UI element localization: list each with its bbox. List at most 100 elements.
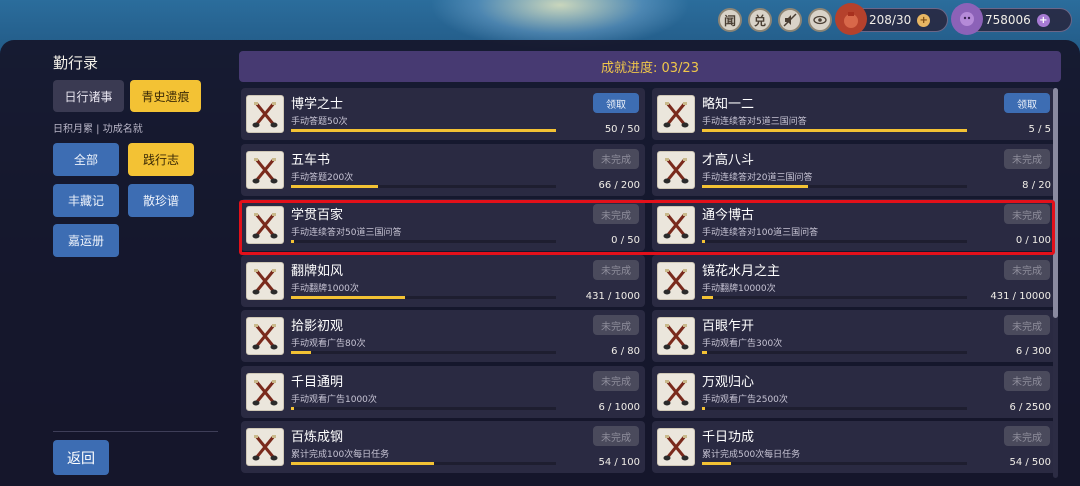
progress-fill: [702, 462, 731, 465]
top-icons: 闻 兑 208/30 + 758006 +: [718, 3, 1072, 35]
progress-fill: [291, 184, 379, 188]
sidebar-subtitle: 日积月累 | 功成名就: [53, 124, 143, 135]
progress-bar: [702, 295, 967, 299]
achievement-count: 431 / 10000: [990, 290, 1051, 302]
tab-history[interactable]: 青史遗痕: [130, 80, 201, 112]
main-panel: 勤行录 日行诸事 青史遗痕 日积月累 | 功成名就 全部 践行志 丰藏记 散珍谱…: [0, 40, 1080, 486]
progress-fill: [291, 351, 311, 354]
category-all[interactable]: 全部: [53, 143, 119, 176]
claim-button[interactable]: 领取: [593, 93, 639, 113]
category-jiayunce[interactable]: 嘉运册: [53, 224, 119, 257]
progress-bar: [702, 129, 967, 132]
progress-fill: [291, 240, 294, 243]
brush-icon: [246, 428, 284, 466]
brush-icon: [657, 206, 695, 244]
progress-fill: [702, 406, 705, 410]
progress-bar: [291, 351, 556, 354]
progress-fill: [702, 295, 714, 299]
achievement-count: 5 / 5: [1028, 124, 1051, 135]
mute-icon[interactable]: [778, 8, 802, 32]
incomplete-button[interactable]: 未完成: [1004, 426, 1050, 446]
progress-bar: [291, 240, 556, 243]
achievement-count: 54 / 500: [1009, 457, 1051, 468]
purple-creature-icon: [951, 3, 983, 35]
achievement-desc: 手动答题50次: [291, 117, 348, 127]
progress-fill: [291, 295, 406, 299]
achievement-desc: 手动连续答对50道三国问答: [291, 228, 402, 238]
progress-fill: [702, 184, 808, 188]
achievement-card: 镜花水月之主 手动翻牌10000次 未完成 431 / 10000: [652, 254, 1056, 307]
incomplete-button[interactable]: 未完成: [1004, 370, 1050, 391]
progress-bar: [702, 240, 967, 243]
dui-button[interactable]: 兑: [748, 8, 772, 32]
achievement-title: 镜花水月之主: [702, 263, 781, 279]
achievement-count: 0 / 100: [1015, 235, 1051, 246]
category-sanzhenpu[interactable]: 散珍谱: [128, 184, 194, 217]
achievement-desc: 手动观看广告80次: [291, 339, 366, 349]
scrollbar[interactable]: [1053, 88, 1058, 478]
incomplete-button[interactable]: 未完成: [593, 259, 639, 280]
divider: [53, 431, 218, 432]
achievement-desc: 手动连续答对100道三国问答: [702, 228, 819, 238]
achievement-title: 拾影初观: [291, 319, 344, 334]
achievement-card: 翻牌如风 手动翻牌1000次 未完成 431 / 1000: [241, 254, 645, 307]
progress-bar: [702, 184, 967, 188]
brush-icon: [657, 317, 695, 355]
incomplete-button[interactable]: 未完成: [593, 426, 639, 446]
achievement-count: 6 / 300: [1015, 346, 1051, 357]
achievement-count: 50 / 50: [604, 124, 640, 135]
progress-bar: [291, 129, 556, 132]
gem-value: 758006: [985, 13, 1031, 27]
incomplete-button[interactable]: 未完成: [1004, 259, 1050, 280]
achievement-desc: 手动观看广告1000次: [291, 394, 377, 405]
achievement-title: 才高八斗: [702, 152, 755, 168]
progress-bar: [291, 462, 556, 465]
back-button[interactable]: 返回: [53, 440, 109, 475]
achievement-title: 千日功成: [702, 430, 755, 445]
coin-icon[interactable]: +: [917, 13, 931, 27]
achievement-count: 6 / 80: [611, 346, 640, 357]
progress-bar: [702, 351, 967, 354]
scroll-thumb[interactable]: [1053, 88, 1058, 318]
achievement-title: 百眼乍开: [702, 319, 755, 334]
incomplete-button[interactable]: 未完成: [1004, 315, 1050, 335]
achievement-card: 千目通明 手动观看广告1000次 未完成 6 / 1000: [241, 365, 645, 418]
achievement-count: 8 / 20: [1022, 179, 1051, 191]
money-value: 208/30: [869, 13, 912, 27]
brush-icon: [246, 150, 284, 189]
incomplete-button[interactable]: 未完成: [1004, 204, 1050, 224]
category-jianxingzhi[interactable]: 践行志: [128, 143, 194, 176]
brush-icon: [657, 261, 695, 300]
brush-icon: [246, 261, 284, 300]
brush-icon: [657, 150, 695, 189]
incomplete-button[interactable]: 未完成: [593, 204, 639, 224]
incomplete-button[interactable]: 未完成: [1004, 148, 1050, 169]
eye-icon[interactable]: [808, 8, 832, 32]
achievement-card: 学贯百家 手动连续答对50道三国问答 未完成 0 / 50: [241, 199, 645, 251]
incomplete-button[interactable]: 未完成: [593, 148, 639, 169]
category-fengcangji[interactable]: 丰藏记: [53, 184, 119, 217]
achievement-card: 百眼乍开 手动观看广告300次 未完成 6 / 300: [652, 310, 1056, 362]
progress-bar: [291, 406, 556, 410]
incomplete-button[interactable]: 未完成: [593, 315, 639, 335]
achievement-desc: 手动观看广告2500次: [702, 394, 788, 405]
achievement-count: 54 / 100: [598, 457, 640, 468]
achievement-count: 66 / 200: [598, 179, 640, 191]
progress-bar: [702, 462, 967, 465]
top-bar: 闻 兑 208/30 + 758006 +: [0, 0, 1080, 50]
incomplete-button[interactable]: 未完成: [593, 370, 639, 391]
achievement-count: 0 / 50: [611, 235, 640, 246]
achievement-desc: 手动答题200次: [291, 172, 354, 183]
achievement-desc: 手动翻牌1000次: [291, 283, 359, 294]
progress-fill: [702, 240, 705, 243]
achievement-card: 百炼成钢 累计完成100次每日任务 未完成 54 / 100: [241, 421, 645, 473]
achievement-card: 通今博古 手动连续答对100道三国问答 未完成 0 / 100: [652, 199, 1056, 251]
achievement-progress: 成就进度: 03/23: [239, 51, 1061, 82]
wen-button[interactable]: 闻: [718, 8, 742, 32]
claim-button[interactable]: 领取: [1004, 93, 1050, 113]
gem-icon[interactable]: +: [1036, 13, 1050, 27]
achievement-card: 略知一二 手动连续答对5道三国问答 领取 5 / 5: [652, 88, 1056, 140]
brush-icon: [246, 372, 284, 411]
tab-daily[interactable]: 日行诸事: [53, 80, 124, 112]
brush-icon: [657, 428, 695, 466]
